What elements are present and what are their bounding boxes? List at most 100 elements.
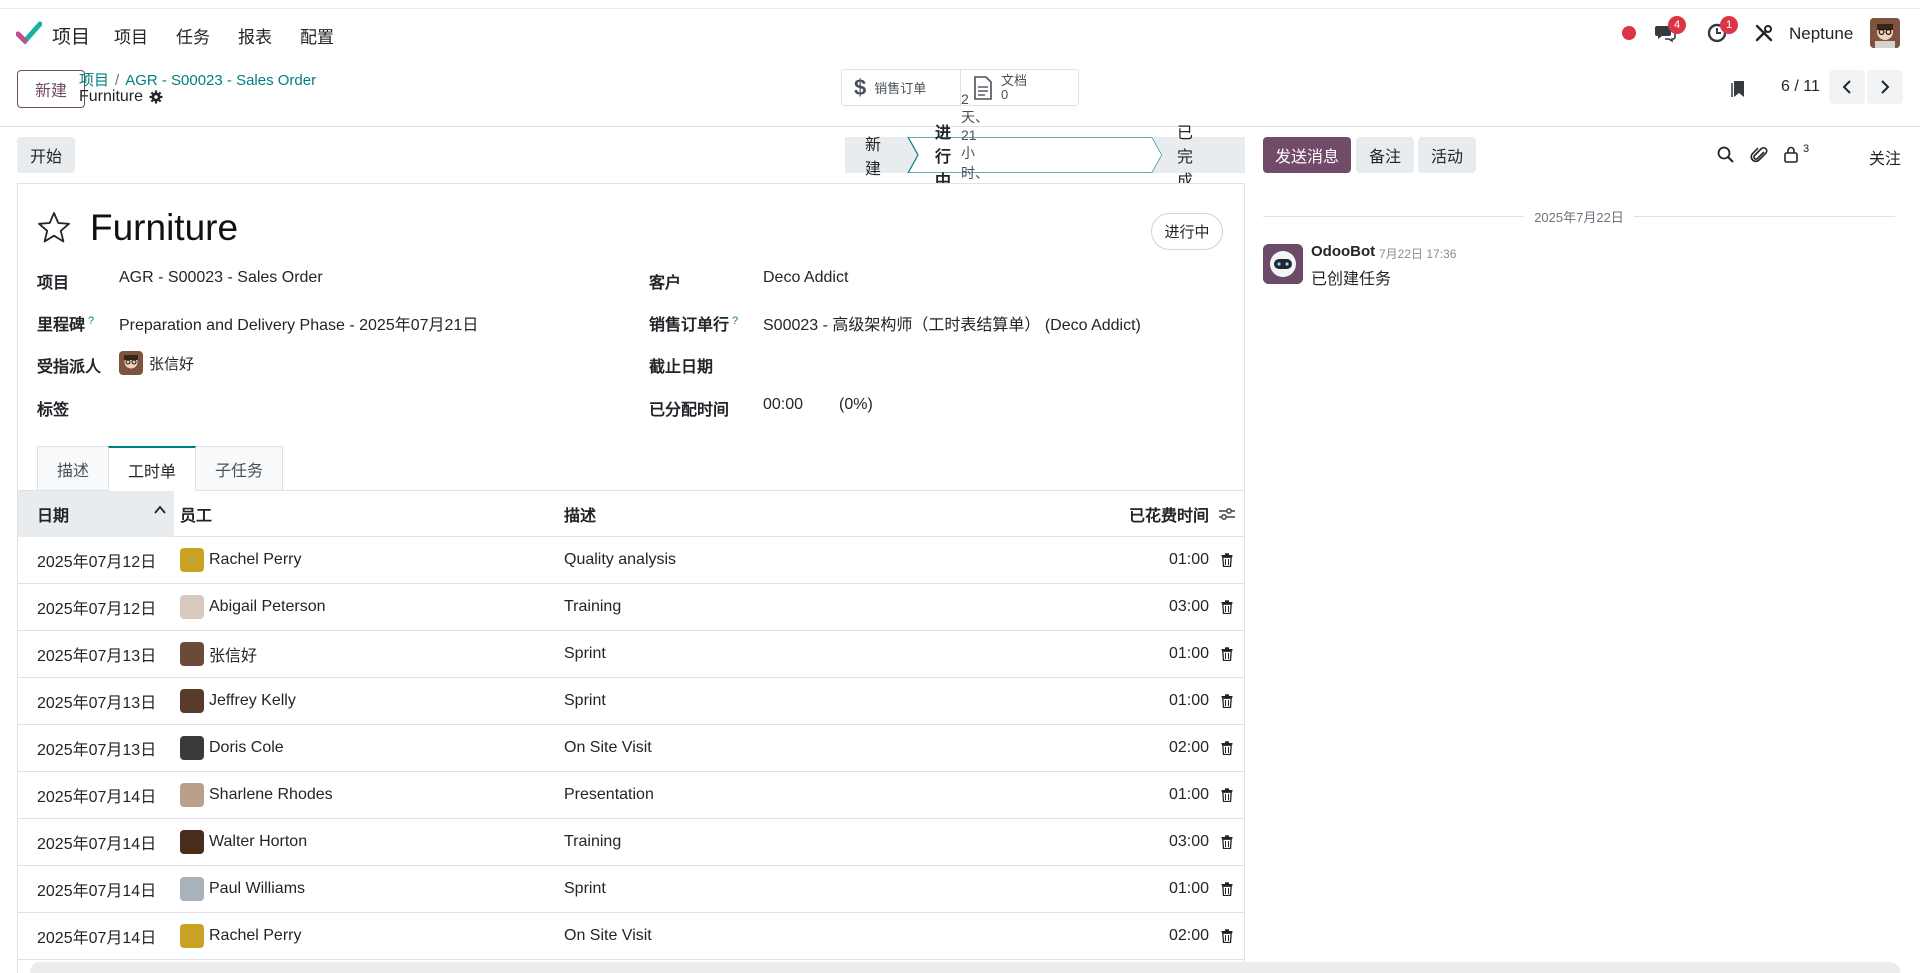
cell-description[interactable]: On Site Visit — [564, 927, 1109, 945]
pager-previous-button[interactable] — [1829, 70, 1865, 104]
breadcrumb-item-project[interactable]: AGR - S00023 - Sales Order — [125, 72, 316, 89]
horizontal-scrollbar[interactable] — [30, 962, 1900, 973]
breadcrumb-item-projects[interactable]: 项目 — [79, 72, 109, 89]
schedule-activity-button[interactable]: 活动 — [1418, 137, 1476, 173]
cell-description[interactable]: Sprint — [564, 880, 1109, 898]
chat-button[interactable]: 4 — [1654, 16, 1686, 44]
cell-description[interactable]: Quality analysis — [564, 551, 1109, 569]
delete-row-button[interactable] — [1209, 647, 1244, 661]
cell-date[interactable]: 2025年07月13日 — [18, 689, 174, 713]
cell-time-spent[interactable]: 01:00 — [1109, 645, 1209, 663]
table-row[interactable]: 2025年07月13日 Doris Cole On Site Visit 02:00 — [18, 725, 1244, 772]
log-note-button[interactable]: 备注 — [1356, 137, 1414, 173]
cell-date[interactable]: 2025年07月14日 — [18, 783, 174, 807]
cell-time-spent[interactable]: 02:00 — [1109, 927, 1209, 945]
user-avatar[interactable] — [1870, 18, 1900, 48]
table-row[interactable]: 2025年07月12日 Rachel Perry Quality analysis 0… — [18, 537, 1244, 584]
assignee-value[interactable]: 张信好 — [119, 351, 194, 375]
paperclip-icon[interactable] — [1750, 145, 1770, 165]
star-icon[interactable] — [36, 210, 72, 246]
cell-time-spent[interactable]: 01:00 — [1109, 786, 1209, 804]
deadline-field[interactable] — [763, 350, 1203, 376]
column-header-time-spent[interactable]: 已花费时间 — [1109, 502, 1209, 526]
delete-row-button[interactable] — [1209, 741, 1244, 755]
delete-row-button[interactable] — [1209, 835, 1244, 849]
new-record-button[interactable]: 新建 — [17, 70, 85, 108]
cell-employee[interactable]: Rachel Perry — [174, 924, 564, 948]
search-icon[interactable] — [1716, 145, 1736, 165]
tab-timesheets[interactable]: 工时单 — [108, 446, 197, 491]
cell-employee[interactable]: Doris Cole — [174, 736, 564, 760]
cell-time-spent[interactable]: 02:00 — [1109, 739, 1209, 757]
table-row[interactable]: 2025年07月14日 Sharlene Rhodes Presentation 01… — [18, 772, 1244, 819]
table-row[interactable]: 2025年07月13日 Jeffrey Kelly Sprint 01:00 — [18, 678, 1244, 725]
pager-value[interactable]: 6 / 11 — [1781, 78, 1820, 96]
cell-date[interactable]: 2025年07月13日 — [18, 736, 174, 760]
delete-row-button[interactable] — [1209, 553, 1244, 567]
delete-row-button[interactable] — [1209, 600, 1244, 614]
company-name[interactable]: Neptune — [1789, 24, 1853, 44]
cell-time-spent[interactable]: 03:00 — [1109, 833, 1209, 851]
cell-employee[interactable]: Abigail Peterson — [174, 595, 564, 619]
menu-item-config[interactable]: 配置 — [286, 23, 348, 48]
sales-order-smart-button[interactable]: $ 销售订单 — [842, 70, 960, 105]
cell-date[interactable]: 2025年07月14日 — [18, 830, 174, 854]
help-icon[interactable]: ? — [732, 315, 738, 327]
delete-row-button[interactable] — [1209, 882, 1244, 896]
menu-item-reports[interactable]: 报表 — [224, 23, 286, 48]
start-timer-button[interactable]: 开始 — [17, 137, 75, 173]
bookmark-icon[interactable] — [1731, 80, 1745, 98]
followers-button[interactable]: 3 — [1783, 143, 1813, 165]
cell-employee[interactable]: 张信好 — [174, 642, 564, 666]
menu-item-tasks[interactable]: 任务 — [162, 23, 224, 48]
customer-value[interactable]: Deco Addict — [763, 269, 848, 287]
table-row[interactable]: 2025年07月14日 Rachel Perry On Site Visit 02:0… — [18, 913, 1244, 960]
pager-next-button[interactable] — [1867, 70, 1903, 104]
column-header-date[interactable]: 日期 — [18, 490, 174, 537]
project-value[interactable]: AGR - S00023 - Sales Order — [119, 269, 323, 287]
cell-employee[interactable]: Rachel Perry — [174, 548, 564, 572]
cell-time-spent[interactable]: 01:00 — [1109, 880, 1209, 898]
delete-row-button[interactable] — [1209, 788, 1244, 802]
optional-columns-toggle[interactable] — [1209, 507, 1244, 521]
column-header-employee[interactable]: 员工 — [174, 502, 564, 526]
cell-description[interactable]: Presentation — [564, 786, 1109, 804]
cell-time-spent[interactable]: 03:00 — [1109, 598, 1209, 616]
cell-employee[interactable]: Jeffrey Kelly — [174, 689, 564, 713]
milestone-value[interactable]: Preparation and Delivery Phase - 2025年07… — [119, 311, 478, 335]
table-row[interactable]: 2025年07月14日 Walter Horton Training 03:00 — [18, 819, 1244, 866]
menu-item-projects[interactable]: 项目 — [114, 23, 162, 48]
tab-description[interactable]: 描述 — [37, 446, 110, 490]
cell-description[interactable]: Sprint — [564, 692, 1109, 710]
cell-time-spent[interactable]: 01:00 — [1109, 551, 1209, 569]
cell-description[interactable]: Sprint — [564, 645, 1109, 663]
stage-done[interactable]: 已完成 — [1177, 125, 1193, 190]
cell-description[interactable]: On Site Visit — [564, 739, 1109, 757]
table-row[interactable]: 2025年07月13日 张信好 Sprint 01:00 — [18, 631, 1244, 678]
stage-in-progress[interactable]: 进行中 2天、21小时、27分钟 — [935, 91, 989, 217]
stage-new[interactable]: 新建 — [865, 137, 881, 178]
app-checkmark-icon[interactable] — [16, 20, 42, 46]
column-header-description[interactable]: 描述 — [564, 502, 1109, 526]
app-name[interactable]: 项目 — [52, 22, 90, 49]
table-row[interactable]: 2025年07月14日 Paul Williams Sprint 01:00 — [18, 866, 1244, 913]
cell-date[interactable]: 2025年07月14日 — [18, 877, 174, 901]
help-icon[interactable]: ? — [88, 315, 94, 327]
delete-row-button[interactable] — [1209, 694, 1244, 708]
cell-employee[interactable]: Paul Williams — [174, 877, 564, 901]
cell-employee[interactable]: Walter Horton — [174, 830, 564, 854]
activity-button[interactable]: 1 — [1706, 16, 1738, 44]
record-dot-icon[interactable] — [1622, 26, 1636, 40]
table-row[interactable]: 2025年07月12日 Abigail Peterson Training 03:00 — [18, 584, 1244, 631]
cell-date[interactable]: 2025年07月13日 — [18, 642, 174, 666]
send-message-button[interactable]: 发送消息 — [1263, 137, 1351, 173]
cell-date[interactable]: 2025年07月12日 — [18, 548, 174, 572]
delete-row-button[interactable] — [1209, 929, 1244, 943]
follow-button[interactable]: 关注 — [1869, 145, 1901, 169]
message-author[interactable]: OdooBot — [1311, 243, 1375, 260]
tags-field[interactable] — [119, 392, 619, 418]
task-state-button[interactable]: 进行中 — [1151, 213, 1223, 250]
task-name[interactable]: Furniture — [90, 207, 238, 249]
tab-subtasks[interactable]: 子任务 — [195, 446, 284, 490]
cell-description[interactable]: Training — [564, 598, 1109, 616]
